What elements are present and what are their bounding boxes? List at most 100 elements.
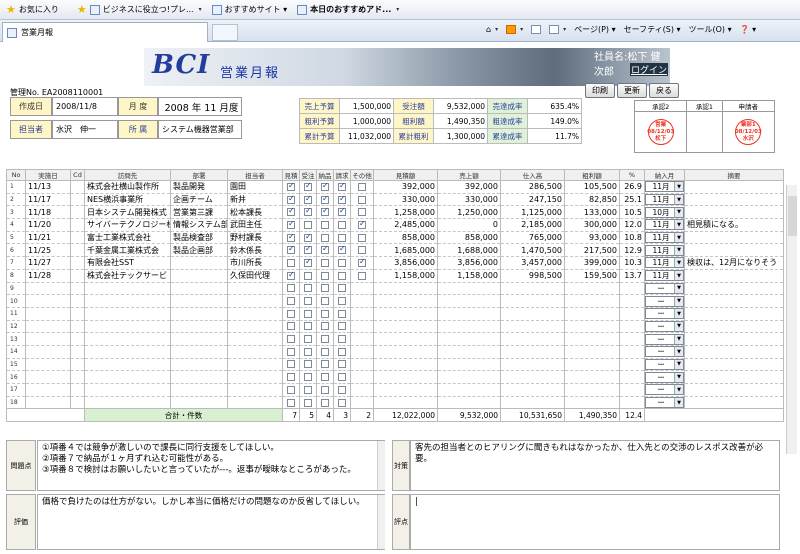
client-cell[interactable]: 有限会社SST	[84, 256, 171, 270]
checkbox[interactable]	[304, 194, 312, 204]
cell[interactable]	[70, 370, 85, 384]
fav-link-1[interactable]: ★ ビジネスに役立つ!プレ... ▾	[77, 4, 202, 15]
checkbox[interactable]	[358, 257, 366, 267]
month-select[interactable]: 10月 ▼	[645, 206, 684, 218]
applicant-stamp[interactable]: 業部1 08/12/03 水沢	[721, 111, 776, 153]
mail-button[interactable]	[531, 25, 542, 34]
cell[interactable]	[619, 294, 645, 308]
checkbox[interactable]	[338, 385, 346, 394]
cell[interactable]	[70, 396, 85, 410]
cell[interactable]	[619, 307, 645, 321]
cell[interactable]	[500, 370, 565, 384]
quote-cell[interactable]: 1,258,000	[373, 205, 438, 220]
checkbox[interactable]	[287, 284, 295, 293]
cell[interactable]	[84, 320, 171, 334]
checkbox[interactable]	[304, 206, 312, 217]
cost-cell[interactable]: 1,125,000	[500, 205, 565, 220]
checkbox[interactable]	[304, 322, 312, 331]
checkbox[interactable]	[338, 398, 346, 407]
dept-cell[interactable]: 製品開発	[170, 180, 228, 194]
checkbox[interactable]	[321, 373, 329, 382]
cell[interactable]	[170, 358, 228, 372]
checkbox[interactable]	[304, 335, 312, 344]
checkbox[interactable]	[287, 373, 295, 382]
cost-cell[interactable]: 998,500	[500, 269, 565, 283]
cell[interactable]	[70, 332, 85, 346]
month-select[interactable]: ー ▼	[645, 358, 684, 370]
cell[interactable]	[25, 383, 71, 397]
checkbox[interactable]	[304, 181, 312, 191]
print-button[interactable]: 印刷	[585, 83, 615, 98]
cell[interactable]	[564, 345, 620, 359]
month-select[interactable]: ー ▼	[645, 320, 684, 332]
checkbox[interactable]	[321, 385, 329, 394]
cell[interactable]	[373, 345, 438, 359]
checkbox[interactable]	[287, 194, 295, 204]
code-cell[interactable]	[70, 269, 85, 283]
cell[interactable]	[227, 294, 283, 308]
date-cell[interactable]: 11/13	[25, 180, 71, 194]
evaluation-textarea[interactable]: 価格で負けたのは仕方がない。しかし本当に価格だけの問題なのか反省してほしい。	[37, 494, 385, 550]
checkbox[interactable]	[321, 194, 329, 204]
home-button[interactable]: ⌂ ▾	[486, 25, 498, 34]
checkbox[interactable]	[287, 360, 295, 369]
checkbox[interactable]	[338, 206, 346, 217]
code-cell[interactable]	[70, 180, 85, 194]
cell[interactable]	[437, 396, 501, 410]
month-select[interactable]: ー ▼	[645, 308, 684, 320]
checkbox[interactable]	[304, 373, 312, 382]
checkbox[interactable]	[358, 219, 366, 229]
checkbox[interactable]	[338, 220, 346, 229]
person-cell[interactable]: 新井	[227, 193, 283, 207]
cell[interactable]	[373, 282, 438, 296]
checkbox[interactable]	[304, 244, 312, 255]
checkbox[interactable]	[287, 270, 295, 280]
date-cell[interactable]: 11/27	[25, 256, 71, 270]
checkbox[interactable]	[338, 322, 346, 331]
checkbox[interactable]	[321, 309, 329, 318]
checkbox[interactable]	[287, 347, 295, 356]
note-cell[interactable]: 相見積になる。	[684, 218, 784, 232]
profit-cell[interactable]: 300,000	[564, 218, 620, 232]
cell[interactable]	[227, 320, 283, 334]
checkbox[interactable]	[338, 244, 346, 255]
cell[interactable]	[25, 282, 71, 296]
checkbox[interactable]	[358, 208, 366, 217]
checkbox[interactable]	[321, 206, 329, 217]
cell[interactable]	[84, 294, 171, 308]
sales-cell[interactable]: 3,856,000	[437, 256, 501, 270]
cell[interactable]	[170, 396, 228, 410]
cell[interactable]	[564, 320, 620, 334]
problem-textarea[interactable]: ①項番４では競争が激しいので課長に同行支援をしてほしい。 ②項番７で納品が１ヶ月…	[37, 440, 385, 491]
date-cell[interactable]: 11/20	[25, 218, 71, 232]
cell[interactable]	[227, 345, 283, 359]
month-select[interactable]: 11月 ▼	[645, 181, 684, 193]
checkbox[interactable]	[287, 309, 295, 318]
month-select[interactable]: 11月 ▼	[645, 257, 684, 269]
month-select[interactable]: 11月 ▼	[645, 270, 684, 282]
cell[interactable]	[500, 345, 565, 359]
checkbox[interactable]	[338, 271, 346, 280]
person-cell[interactable]: 市川所長	[227, 256, 283, 270]
cell[interactable]	[170, 383, 228, 397]
note-cell[interactable]	[684, 345, 784, 359]
cost-cell[interactable]: 286,500	[500, 180, 565, 194]
sales-cell[interactable]: 392,000	[437, 180, 501, 194]
cell[interactable]	[500, 358, 565, 372]
date-cell[interactable]: 11/18	[25, 205, 71, 220]
checkbox[interactable]	[358, 195, 366, 204]
grid-scrollbar[interactable]	[786, 185, 797, 454]
cell[interactable]	[373, 294, 438, 308]
checkbox[interactable]	[287, 219, 295, 229]
profit-cell[interactable]: 93,000	[564, 231, 620, 245]
checkbox[interactable]	[304, 347, 312, 356]
cell[interactable]	[25, 396, 71, 410]
cell[interactable]	[170, 370, 228, 384]
cell[interactable]	[84, 332, 171, 346]
cell[interactable]	[25, 345, 71, 359]
scroll-thumb[interactable]	[788, 196, 797, 236]
month-select[interactable]: ー ▼	[645, 333, 684, 345]
cell[interactable]	[564, 332, 620, 346]
profit-cell[interactable]: 82,850	[564, 193, 620, 207]
month-select[interactable]: ー ▼	[645, 346, 684, 358]
